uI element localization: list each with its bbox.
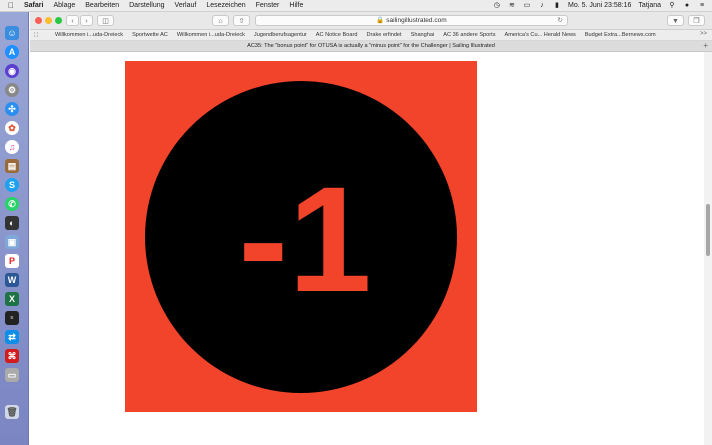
bookmark-item[interactable]: AC Notice Board [316,32,358,38]
vertical-scrollbar[interactable] [704,52,712,445]
menu-bearbeiten[interactable]: Bearbeiten [85,2,119,9]
tabs-overview-icon[interactable]: ❐ [688,15,705,26]
menu-bar:  Safari Ablage Bearbeiten Darstellung V… [0,0,712,12]
home-icon[interactable]: ⌂ [212,15,229,26]
web-content: -1 [30,52,704,445]
bookmark-item[interactable]: Willkommen i...uda-Dreieck [55,32,123,38]
news-app-icon[interactable]: ≡ [5,311,19,325]
itunes-icon[interactable]: ♫ [5,140,19,154]
skype-icon[interactable]: S [5,178,19,192]
maximize-window-icon[interactable] [55,17,62,24]
bookmark-item[interactable]: Willkommen i...uda-Dreieck [177,32,245,38]
bookmark-item[interactable]: Drake erfindet [366,32,401,38]
minus-one-svg: -1 [125,61,477,412]
more-bookmarks-icon[interactable]: >> [700,31,707,37]
menu-fenster[interactable]: Fenster [256,2,280,9]
tab-bar: AC35: The "bonus point" for OTUSA is act… [30,41,712,52]
menu-app-safari[interactable]: Safari [24,2,43,9]
excel-icon[interactable]: X [5,292,19,306]
trash-icon[interactable]: 🗑 [5,405,19,419]
status-menus: ◷ ≋ ▭ ♪ ▮ Mo. 5. Juni 23:58:16 Tatjana ⚲… [493,0,706,11]
downloads-icon[interactable]: ▼ [667,15,684,26]
volume-icon[interactable]: ♪ [538,2,546,9]
siri-icon[interactable]: ◉ [5,64,19,78]
bookmark-item[interactable]: America's Cu... Herald News [505,32,576,38]
apple-menu-icon[interactable]:  [8,1,18,10]
acrobat-icon[interactable]: ⌘ [5,349,19,363]
new-tab-icon[interactable]: + [703,41,708,51]
menu-user[interactable]: Tatjana [638,2,661,9]
bookmark-item[interactable]: AC 36 andere Sports [443,32,495,38]
battery-icon[interactable]: ▮ [553,2,561,9]
pdf-app-icon[interactable]: P [5,254,19,268]
minus-one-graphic: -1 [125,61,477,412]
menu-darstellung[interactable]: Darstellung [129,2,164,9]
whatsapp-icon[interactable]: ✆ [5,197,19,211]
bookmark-item[interactable]: Jugendberufsagentur [254,32,307,38]
book-icon[interactable]: ▤ [5,159,19,173]
word-icon[interactable]: W [5,273,19,287]
back-button[interactable]: ‹ [66,15,79,26]
minus-one-label: -1 [238,155,371,323]
minimize-window-icon[interactable] [45,17,52,24]
bookmark-item[interactable]: Budget Extra...Bernews.com [585,32,656,38]
preview-icon[interactable]: ▣ [5,235,19,249]
bookmarks-bar: ∷ Willkommen i...uda-Dreieck Sportwette … [30,30,712,41]
address-text: sailingillustrated.com [386,17,447,24]
share-icon[interactable]: ⇧ [233,15,250,26]
lock-icon: 🔒 [376,17,385,24]
forward-button[interactable]: › [80,15,93,26]
spotlight-search-icon[interactable]: ⚲ [668,2,676,9]
time-machine-icon[interactable]: ◷ [493,2,501,9]
sidebar-icon[interactable]: ◫ [97,15,114,26]
menu-lesezeichen[interactable]: Lesezeichen [206,2,245,9]
bookmark-item[interactable]: Shanghai [411,32,435,38]
system-preferences-icon[interactable]: ⚙ [5,83,19,97]
siri-menu-icon[interactable]: ● [683,2,691,9]
scanner-icon[interactable]: ▭ [5,368,19,382]
app-store-icon[interactable]: A [5,45,19,59]
tab-title[interactable]: AC35: The "bonus point" for OTUSA is act… [247,43,495,49]
photo-app-icon[interactable]: ◐ [5,216,19,230]
browser-toolbar: ‹ › ◫ ⌂ ⇧ 🔒 sailingillustrated.com ↻ ▼ ❐ [30,12,712,30]
top-sites-grid-icon[interactable]: ∷ [34,31,46,39]
wifi-icon[interactable]: ≋ [508,2,516,9]
finder-icon[interactable]: ☺ [5,26,19,40]
airplay-icon[interactable]: ▭ [523,2,531,9]
menu-hilfe[interactable]: Hilfe [289,2,303,9]
menu-ablage[interactable]: Ablage [53,2,75,9]
reload-icon[interactable]: ↻ [558,16,563,26]
dock: ☺ A ◉ ⚙ ✣ ✿ ♫ ▤ S ✆ ◐ ▣ P W X ≡ ⇄ ⌘ ▭ 🗑 [0,12,29,445]
safari-icon[interactable]: ✣ [5,102,19,116]
teamviewer-icon[interactable]: ⇄ [5,330,19,344]
menu-clock[interactable]: Mo. 5. Juni 23:58:16 [568,2,631,9]
close-window-icon[interactable] [35,17,42,24]
notification-center-icon[interactable]: ≡ [698,2,706,9]
menu-verlauf[interactable]: Verlauf [175,2,197,9]
scrollbar-thumb[interactable] [706,204,710,256]
address-bar[interactable]: 🔒 sailingillustrated.com ↻ [255,15,568,26]
photos-icon[interactable]: ✿ [5,121,19,135]
bookmark-item[interactable]: Sportwette AC [132,32,168,38]
